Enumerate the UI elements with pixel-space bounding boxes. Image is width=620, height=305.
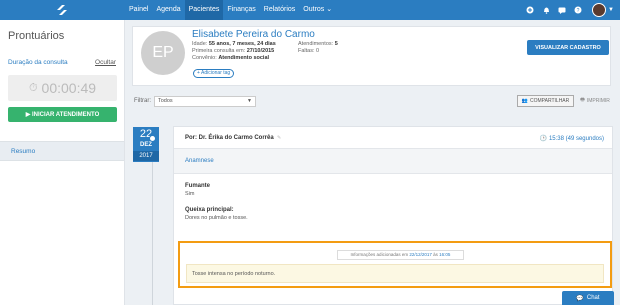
additional-note-text: Tosse intensa no período noturno. bbox=[192, 271, 276, 277]
patient-absences: Faltas: 0 bbox=[298, 48, 320, 54]
chat-button[interactable]: 💬 Chat bbox=[562, 291, 614, 305]
share-button[interactable]: 👥 COMPARTILHAR bbox=[517, 95, 574, 107]
nav-outros[interactable]: Outros ⌄ bbox=[299, 0, 336, 20]
duration-label: Duração da consulta bbox=[8, 59, 68, 66]
record-header: Por: Dr. Érika do Carmo Corrêa ✎ 🕒 15:38… bbox=[174, 127, 612, 149]
filter-select[interactable]: Todos ▼ bbox=[154, 96, 256, 107]
print-label: IMPRIMIR bbox=[586, 98, 610, 104]
additional-info-block: Informações adicionadas em 22/12/2017 às… bbox=[178, 241, 612, 288]
chat-icon[interactable] bbox=[554, 0, 570, 20]
nav-relatorios[interactable]: Relatórios bbox=[260, 0, 300, 20]
nav-painel[interactable]: Painel bbox=[125, 0, 152, 20]
sidebar-item-resumo[interactable]: Resumo bbox=[0, 141, 124, 161]
print-button[interactable]: 🖶 IMPRIMIR bbox=[576, 95, 614, 107]
date-year: 2017 bbox=[133, 151, 159, 161]
plus-circle-icon[interactable] bbox=[522, 0, 538, 20]
app-logo-icon[interactable] bbox=[55, 3, 69, 17]
additional-note: Tosse intensa no período noturno. bbox=[186, 264, 604, 283]
patient-avatar: EP bbox=[141, 31, 185, 75]
share-icon: 👥 bbox=[521, 98, 528, 104]
patient-name[interactable]: Elisabete Pereira do Carmo bbox=[192, 29, 315, 40]
record-author: Por: Dr. Érika do Carmo Corrêa bbox=[185, 135, 274, 141]
info-time-link[interactable]: 16:05 bbox=[439, 252, 450, 257]
top-navbar: Painel Agenda Pacientes Finanças Relatór… bbox=[0, 0, 620, 20]
record-time-value: 15:38 (49 segundos) bbox=[548, 136, 604, 142]
chevron-down-icon: ▼ bbox=[247, 98, 252, 104]
hide-link[interactable]: Ocultar bbox=[95, 59, 116, 66]
section-title: Anamnese bbox=[185, 158, 214, 164]
edit-icon[interactable]: ✎ bbox=[277, 135, 281, 141]
help-icon[interactable]: ? bbox=[570, 0, 586, 20]
date-month: DEZ bbox=[140, 142, 152, 148]
svg-text:?: ? bbox=[577, 8, 580, 14]
field-label-fumante: Fumante bbox=[185, 183, 211, 189]
top-icons: ? ▼ bbox=[522, 0, 620, 20]
filter-value: Todos bbox=[158, 98, 173, 104]
nav-pacientes[interactable]: Pacientes bbox=[184, 0, 224, 20]
filter-label: Filtrar: bbox=[134, 98, 151, 104]
chat-bubble-icon: 💬 bbox=[576, 295, 584, 302]
consultation-timer: ⏱ 00:00:49 bbox=[8, 75, 117, 101]
field-value-fumante: Sim bbox=[185, 191, 195, 197]
stopwatch-icon: ⏱ bbox=[28, 81, 38, 94]
start-appointment-button[interactable]: ▶ INICIAR ATENDIMENTO bbox=[8, 107, 117, 122]
chat-label: Chat bbox=[586, 295, 600, 301]
clock-icon: 🕒 bbox=[539, 136, 548, 142]
field-value-queixa: Dores no pulmão e tosse. bbox=[185, 215, 248, 221]
nav-financas[interactable]: Finanças bbox=[223, 0, 259, 20]
sidebar-item-label: Resumo bbox=[11, 148, 36, 155]
view-registration-button[interactable]: VISUALIZAR CADASTRO bbox=[527, 40, 609, 55]
chevron-down-icon[interactable]: ▼ bbox=[608, 7, 614, 13]
record-time: 🕒 15:38 (49 segundos) bbox=[540, 135, 604, 142]
record-date-badge: 22 DEZ 2017 bbox=[133, 127, 159, 162]
info-date-link[interactable]: 22/12/2017 bbox=[409, 252, 432, 257]
timer-value: 00:00:49 bbox=[41, 80, 97, 96]
logo-area bbox=[0, 0, 125, 20]
patient-first-visit: Primeira consulta em: 27/10/2015 bbox=[192, 48, 275, 54]
main-nav: Painel Agenda Pacientes Finanças Relatór… bbox=[125, 0, 336, 20]
patient-insurance: Convênio: Atendimento social bbox=[192, 55, 270, 61]
field-label-queixa: Queixa principal: bbox=[185, 207, 234, 213]
user-avatar[interactable] bbox=[592, 3, 607, 17]
timeline-dot bbox=[149, 135, 156, 142]
section-anamnese[interactable]: Anamnese bbox=[174, 149, 612, 174]
sidebar-title: Prontuários bbox=[8, 30, 65, 42]
add-tag-button[interactable]: + Adicionar tag bbox=[193, 69, 235, 78]
share-label: COMPARTILHAR bbox=[529, 98, 570, 104]
patient-appointments: Atendimentos: 5 bbox=[298, 41, 338, 47]
info-added-badge: Informações adicionadas em 22/12/2017 às… bbox=[337, 250, 464, 260]
patient-card: EP Elisabete Pereira do Carmo Idade: 55 … bbox=[132, 26, 611, 86]
print-icon: 🖶 bbox=[580, 97, 585, 103]
nav-agenda[interactable]: Agenda bbox=[152, 0, 184, 20]
timeline-line bbox=[152, 138, 153, 305]
patient-age: Idade: 55 anos, 7 meses, 24 dias bbox=[192, 41, 276, 47]
bell-icon[interactable] bbox=[538, 0, 554, 20]
sidebar: Prontuários Duração da consulta Ocultar … bbox=[0, 20, 125, 305]
